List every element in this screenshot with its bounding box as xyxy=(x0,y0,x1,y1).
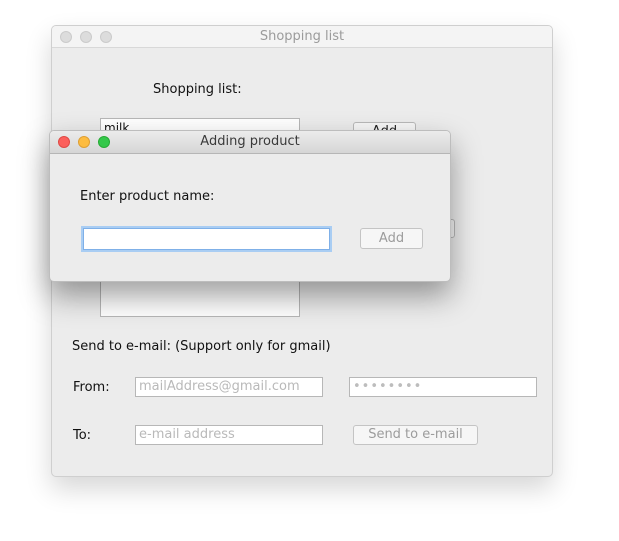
product-name-input[interactable] xyxy=(83,228,330,250)
password-field[interactable]: •••••••• xyxy=(349,377,537,397)
main-window-titlebar: Shopping list xyxy=(52,26,552,48)
send-to-email-button[interactable]: Send to e-mail xyxy=(353,425,478,445)
adding-product-dialog: Adding product Enter product name: Add xyxy=(49,130,451,282)
to-email-field[interactable]: e-mail address xyxy=(135,425,323,445)
send-email-label: Send to e-mail: (Support only for gmail) xyxy=(72,339,331,354)
dialog-title: Adding product xyxy=(200,134,300,149)
dialog-add-button[interactable]: Add xyxy=(360,228,423,249)
product-name-prompt: Enter product name: xyxy=(80,189,215,204)
from-email-field[interactable]: mailAddress@gmail.com xyxy=(135,377,323,397)
shopping-list-heading: Shopping list: xyxy=(153,82,242,97)
main-window-title: Shopping list xyxy=(259,29,345,44)
from-label: From: xyxy=(73,380,110,395)
dialog-titlebar: Adding product xyxy=(50,131,450,154)
to-label: To: xyxy=(73,428,92,443)
